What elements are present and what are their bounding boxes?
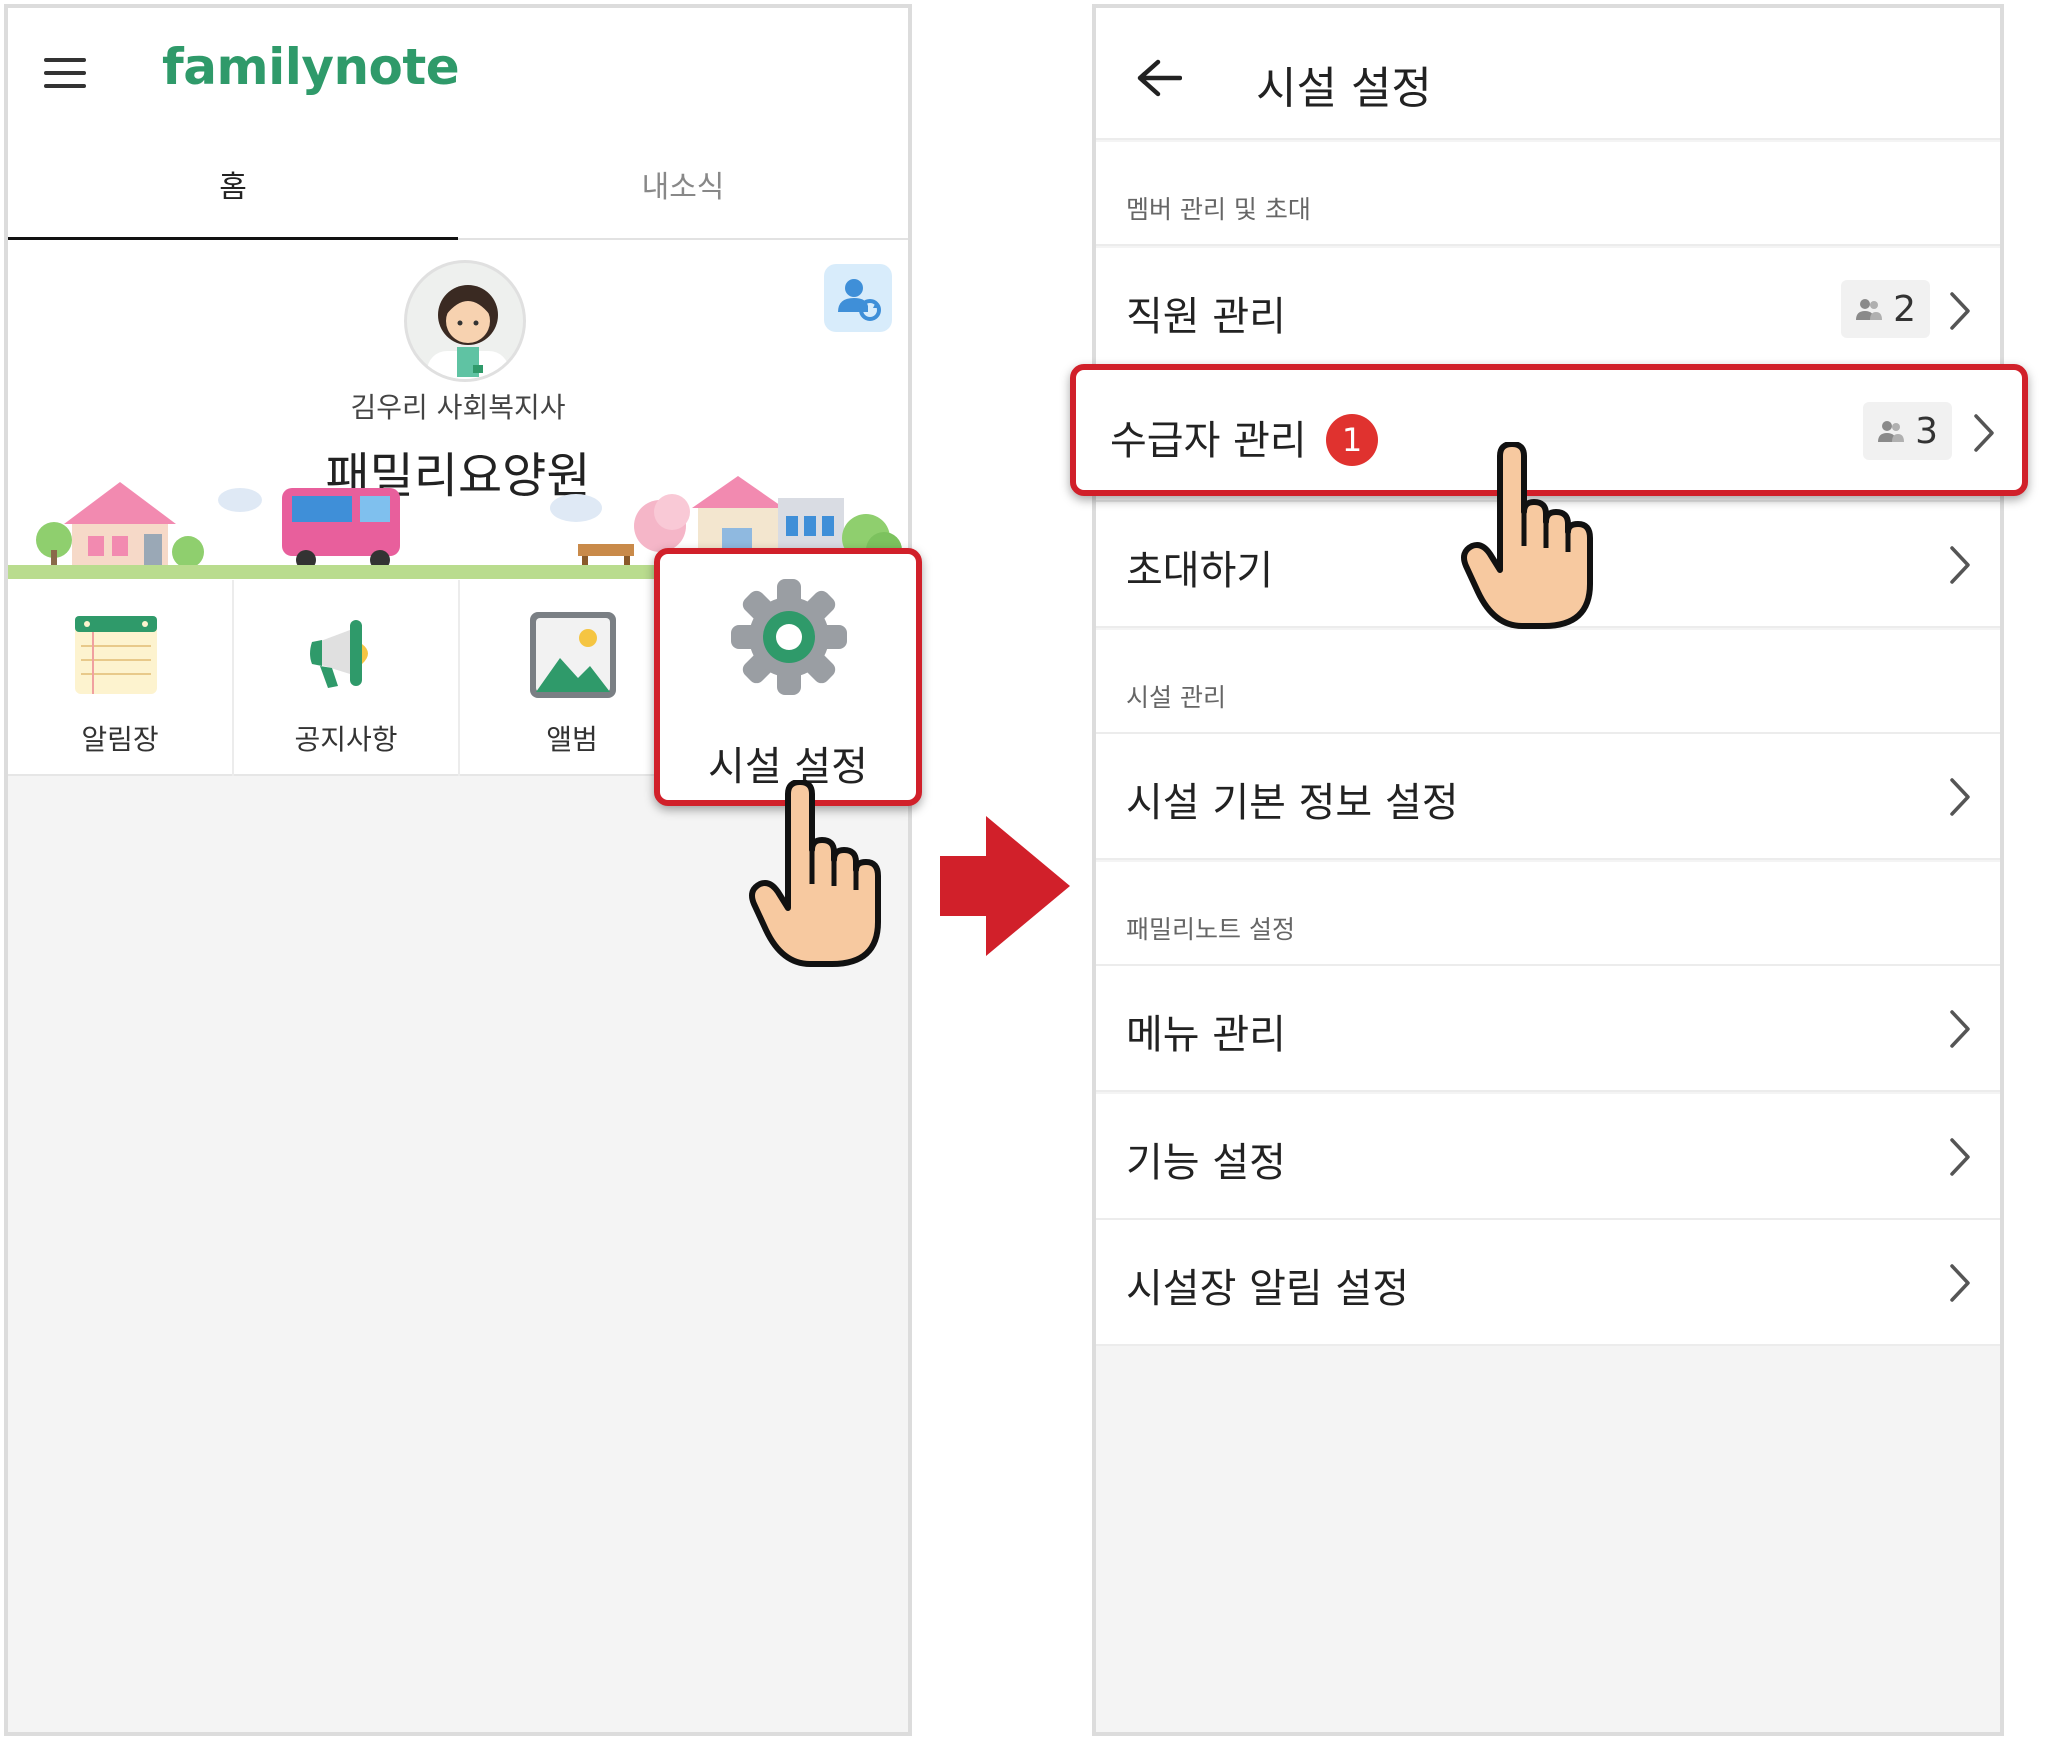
row-label: 직원 관리 (1126, 294, 1286, 340)
gear-icon (731, 579, 847, 695)
row-label: 시설장 알림 설정 (1126, 1266, 1410, 1312)
back-arrow-icon[interactable] (1136, 58, 1182, 98)
chevron-right-icon (1950, 1010, 1970, 1048)
avatar[interactable] (404, 260, 526, 382)
page-title: 시설 설정 (1256, 63, 1432, 114)
menu-notebook[interactable]: 알림장 (8, 580, 234, 776)
member-count: 2 (1841, 280, 1930, 338)
chevron-right-icon (1950, 546, 1970, 584)
menu-notice[interactable]: 공지사항 (234, 580, 460, 776)
tab-my-news[interactable]: 내소식 (458, 128, 908, 240)
section-title: 시설 관리 (1126, 683, 1226, 712)
section-header-facility: 시설 관리 (1096, 630, 2000, 734)
chevron-right-icon (1950, 1264, 1970, 1302)
menu-facility-settings[interactable]: 시설 설정 (654, 548, 922, 806)
people-icon (1856, 299, 1883, 320)
menu-label: 공지사항 (294, 723, 398, 756)
chevron-right-icon (1950, 778, 1970, 816)
menu-label: 알림장 (81, 723, 159, 756)
megaphone-icon (310, 620, 368, 688)
tab-home[interactable]: 홈 (8, 128, 458, 242)
row-label: 메뉴 관리 (1126, 1012, 1286, 1058)
section-title: 패밀리노트 설정 (1126, 915, 1295, 944)
notification-badge: 1 (1326, 414, 1378, 466)
row-facility-basic-info[interactable]: 시설 기본 정보 설정 (1096, 734, 2000, 860)
chevron-right-icon (1950, 1138, 1970, 1176)
row-menu-management[interactable]: 메뉴 관리 (1096, 966, 2000, 1092)
row-feature-settings[interactable]: 기능 설정 (1096, 1094, 2000, 1220)
people-icon (1878, 421, 1905, 442)
row-staff-management[interactable]: 직원 관리 2 (1096, 248, 2000, 374)
menu-album[interactable]: 앨범 (460, 580, 686, 776)
hamburger-icon[interactable] (44, 58, 86, 88)
member-count: 3 (1863, 402, 1952, 460)
photo-icon (530, 612, 616, 698)
user-role: 김우리 사회복지사 (350, 391, 566, 424)
row-label: 수급자 관리 (1110, 418, 1307, 464)
section-title: 멤버 관리 및 초대 (1126, 195, 1311, 224)
member-count-value: 3 (1915, 410, 1938, 452)
section-header-members: 멤버 관리 및 초대 (1096, 142, 2000, 246)
chevron-right-icon (1974, 414, 1994, 452)
chevron-right-icon (1950, 292, 1970, 330)
right-phone-screen: 시설 설정 멤버 관리 및 초대 직원 관리 2 초대하기 시설 관리 시설 기… (1092, 4, 2004, 1736)
app-bar: familynote (8, 8, 908, 128)
member-count-value: 2 (1893, 288, 1916, 330)
menu-label: 앨범 (546, 723, 598, 756)
profile-area: 김우리 사회복지사 패밀리요양원 (8, 240, 908, 580)
arrow-right-icon (940, 816, 1070, 956)
row-label: 초대하기 (1126, 548, 1274, 594)
row-label: 기능 설정 (1126, 1140, 1286, 1186)
section-header-familynote: 패밀리노트 설정 (1096, 862, 2000, 966)
profile-switch-icon[interactable] (824, 264, 892, 332)
settings-header: 시설 설정 (1096, 8, 2000, 140)
tab-bar: 홈 내소식 (8, 128, 908, 242)
app-logo: familynote (162, 38, 460, 96)
notebook-icon (75, 616, 157, 694)
pointing-hand-icon (1461, 442, 1593, 629)
row-label: 시설 기본 정보 설정 (1126, 780, 1459, 826)
pointing-hand-icon (749, 780, 881, 967)
row-director-notification[interactable]: 시설장 알림 설정 (1096, 1220, 2000, 1346)
